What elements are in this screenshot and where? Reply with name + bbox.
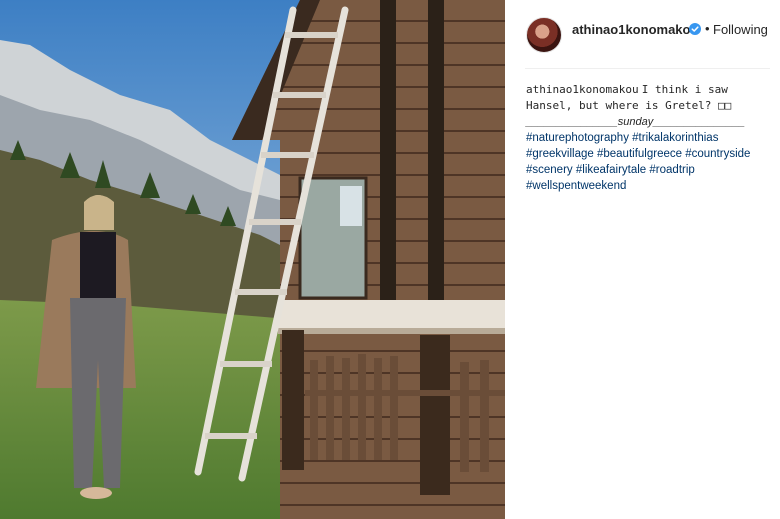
hashtag-link[interactable]: #wellspentweekend (526, 180, 626, 192)
caption-username[interactable]: athinao1konomakou (526, 83, 639, 96)
caption-divider: _______________sunday_______________ (526, 116, 746, 128)
post-photo[interactable] (0, 0, 505, 519)
post-side-panel: athinao1konomakou • Following athinao1ko… (505, 0, 780, 519)
username-link[interactable]: athinao1konomakou (572, 22, 698, 37)
post-caption: athinao1konomakou I think i saw Hansel, … (526, 82, 766, 194)
hashtag-link[interactable]: #roadtrip (649, 164, 694, 176)
header-divider (525, 68, 770, 69)
hashtag-link[interactable]: #naturephotography (526, 132, 629, 144)
hashtag-link[interactable]: #greekvillage (526, 148, 594, 160)
hashtag-link[interactable]: #beautifulgreece (597, 148, 682, 160)
post-header: athinao1konomakou • Following (505, 0, 780, 68)
hashtag-link[interactable]: #trikalakorinthias (632, 132, 718, 144)
hashtag-link[interactable]: #countryside (685, 148, 750, 160)
hashtag-link[interactable]: #scenery (526, 164, 573, 176)
verified-badge-icon (689, 23, 701, 35)
post-photo-scene (0, 0, 505, 519)
hashtag-link[interactable]: #likeafairytale (576, 164, 646, 176)
hashtag-list: #naturephotography #trikalakorinthias #g… (526, 130, 766, 194)
avatar[interactable] (526, 17, 562, 53)
following-button[interactable]: Following (713, 22, 768, 37)
header-separator: • (705, 21, 710, 36)
